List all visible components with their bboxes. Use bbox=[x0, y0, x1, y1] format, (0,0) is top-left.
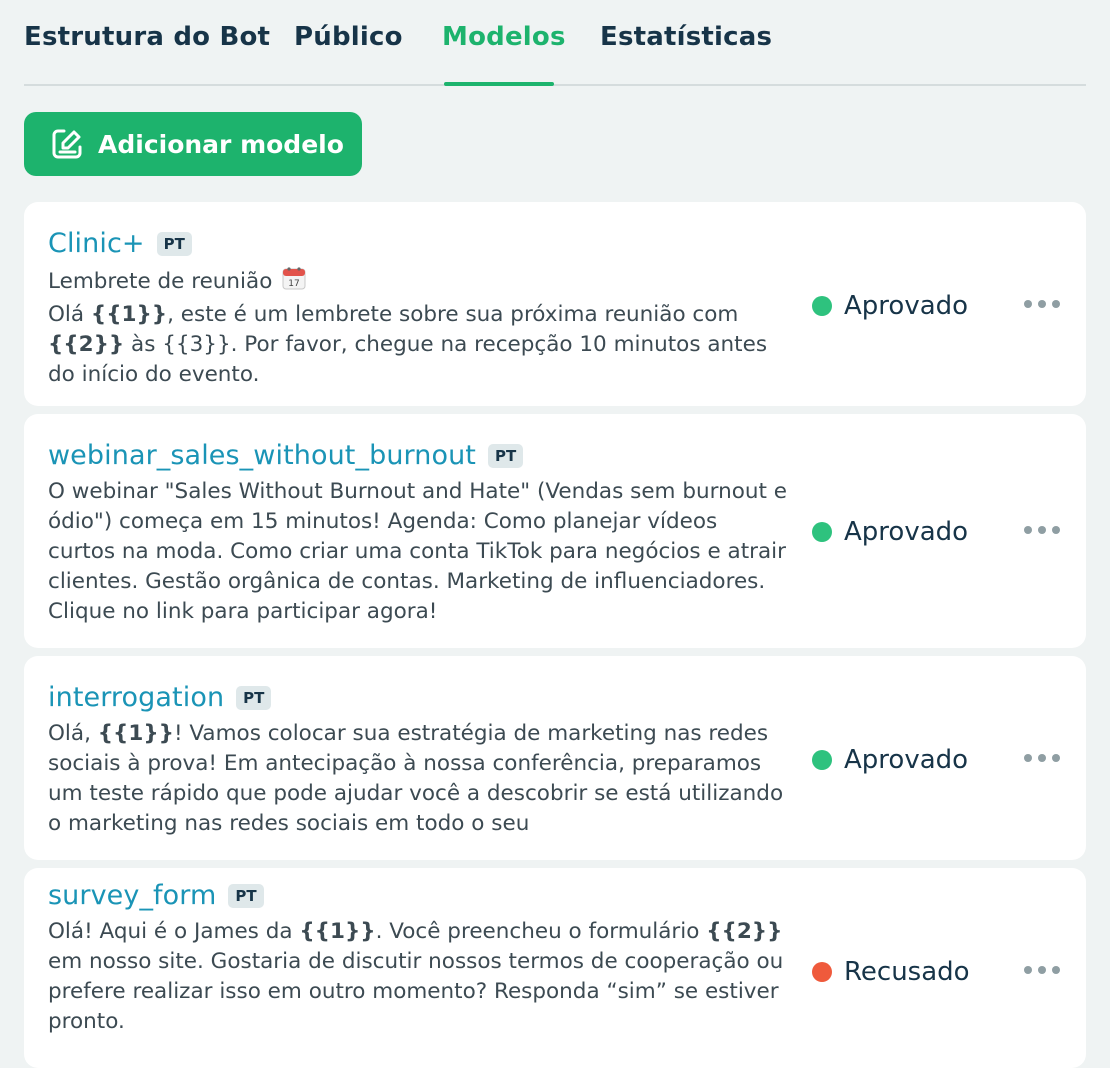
status-text: Aprovado bbox=[844, 745, 969, 775]
language-badge: PT bbox=[488, 443, 524, 468]
tabs-bar: Estrutura do Bot Público Modelos Estatís… bbox=[24, 0, 1086, 86]
status-dot bbox=[812, 296, 832, 316]
template-title[interactable]: Clinic+ bbox=[48, 228, 145, 259]
status-dot bbox=[812, 962, 832, 982]
template-title[interactable]: interrogation bbox=[48, 682, 224, 713]
language-badge: PT bbox=[228, 883, 264, 908]
template-body: Olá, {{1}}! Vamos colocar sua estratégia… bbox=[48, 721, 784, 836]
tab-modelos[interactable]: Modelos bbox=[442, 22, 566, 52]
status-dot bbox=[812, 750, 832, 770]
tab-publico[interactable]: Público bbox=[294, 22, 403, 52]
template-body: Olá! Aqui é o James da {{1}}. Você preen… bbox=[48, 919, 784, 1034]
add-template-label: Adicionar modelo bbox=[98, 129, 344, 159]
template-card: webinar_sales_without_burnout PT O webin… bbox=[24, 414, 1086, 648]
active-tab-indicator bbox=[444, 82, 554, 86]
edit-template-icon bbox=[50, 127, 84, 161]
more-options-icon[interactable] bbox=[1024, 520, 1060, 540]
svg-text:17: 17 bbox=[288, 279, 299, 289]
tab-estatisticas[interactable]: Estatísticas bbox=[600, 22, 772, 52]
more-options-icon[interactable] bbox=[1024, 294, 1060, 314]
status-text: Aprovado bbox=[844, 291, 969, 321]
status-text: Aprovado bbox=[844, 517, 969, 547]
template-title[interactable]: survey_form bbox=[48, 880, 216, 911]
status-badge: Aprovado bbox=[812, 517, 968, 547]
more-options-icon[interactable] bbox=[1024, 748, 1060, 768]
tab-estrutura-do-bot[interactable]: Estrutura do Bot bbox=[24, 22, 270, 52]
more-options-icon[interactable] bbox=[1024, 960, 1060, 980]
status-text: Recusado bbox=[844, 957, 970, 987]
template-text: Olá {{1}}, este é um lembrete sobre sua … bbox=[48, 302, 768, 387]
template-body: Lembrete de reunião 17 Olá {{1}}, este é… bbox=[48, 265, 788, 390]
status-badge: Recusado bbox=[812, 957, 970, 987]
add-template-button[interactable]: Adicionar modelo bbox=[24, 112, 362, 176]
language-badge: PT bbox=[236, 685, 272, 710]
calendar-emoji-icon: 17 bbox=[281, 265, 307, 300]
template-subtitle: Lembrete de reunião bbox=[48, 269, 273, 294]
language-badge: PT bbox=[156, 231, 192, 256]
status-dot bbox=[812, 522, 832, 542]
status-badge: Aprovado bbox=[812, 291, 968, 321]
template-card: interrogation PT Olá, {{1}}! Vamos coloc… bbox=[24, 656, 1086, 860]
template-card: Clinic+ PT Lembrete de reunião 17 Olá {{… bbox=[24, 202, 1086, 406]
template-body: O webinar "Sales Without Burnout and Hat… bbox=[48, 479, 787, 624]
template-card: survey_form PT Olá! Aqui é o James da {{… bbox=[24, 868, 1086, 1068]
status-badge: Aprovado bbox=[812, 745, 968, 775]
template-title[interactable]: webinar_sales_without_burnout bbox=[48, 440, 476, 471]
